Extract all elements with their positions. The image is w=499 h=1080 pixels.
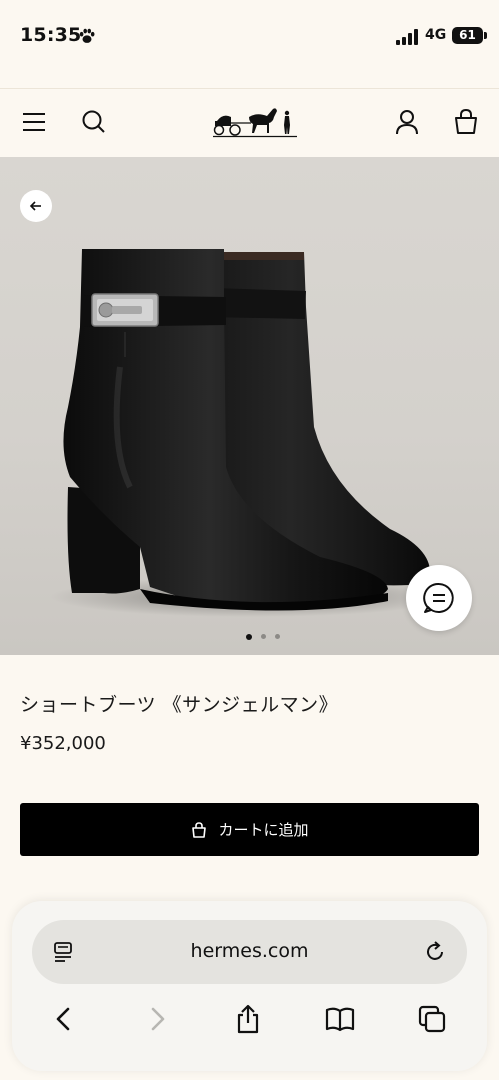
signal-icon [396, 29, 418, 45]
network-type: 4G [425, 27, 447, 43]
battery-icon: 61 [452, 27, 487, 44]
forward-icon[interactable] [141, 1003, 173, 1035]
reload-icon[interactable] [422, 939, 448, 965]
back-button[interactable] [20, 190, 52, 222]
product-title: ショートブーツ 《サンジェルマン》 [20, 694, 339, 716]
paw-icon [79, 28, 95, 43]
shopping-bag-icon[interactable] [451, 107, 481, 137]
account-icon[interactable] [392, 107, 422, 137]
shopping-bag-icon [192, 821, 207, 838]
status-time: 15:35 [20, 24, 82, 46]
arrow-left-icon [29, 201, 41, 211]
chat-icon [423, 582, 454, 613]
browser-toolbar: hermes.com [12, 901, 487, 1071]
url-text: hermes.com [190, 940, 309, 962]
product-price: ¥352,000 [20, 733, 106, 754]
carousel-dot[interactable] [275, 634, 280, 639]
back-icon[interactable] [48, 1003, 80, 1035]
chat-button[interactable] [406, 565, 472, 631]
site-header [0, 89, 499, 157]
hermes-logo-icon[interactable] [213, 103, 297, 139]
carousel-indicator [246, 633, 280, 640]
carousel-dot[interactable] [261, 634, 266, 639]
tabs-icon[interactable] [416, 1003, 448, 1035]
search-icon[interactable] [79, 107, 109, 137]
address-bar[interactable]: hermes.com [32, 920, 467, 984]
add-to-cart-label: カートに追加 [218, 821, 309, 839]
add-to-cart-button[interactable]: カートに追加 [20, 803, 479, 856]
carousel-dot[interactable] [246, 633, 252, 640]
bookmarks-icon[interactable] [324, 1003, 356, 1035]
status-bar: 15:35 4G 61 [0, 0, 499, 70]
menu-icon[interactable] [20, 107, 50, 137]
share-icon[interactable] [232, 1003, 264, 1035]
